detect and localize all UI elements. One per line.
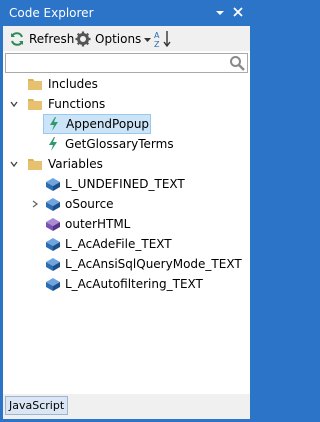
variable-icon [45, 236, 61, 252]
tree-item-l-acansisqlquerymode-text[interactable]: L_AcAnsiSqlQueryMode_TEXT [45, 254, 242, 274]
search-icon[interactable] [229, 55, 245, 71]
tree-folder-includes[interactable]: Includes [27, 74, 98, 94]
variable-icon [45, 176, 61, 192]
sort-az-icon: A Z [154, 31, 171, 49]
svg-text:Z: Z [154, 40, 160, 49]
chevron-down-icon [144, 37, 152, 42]
folder-icon [27, 76, 43, 92]
tree-item-l-undefined-text[interactable]: L_UNDEFINED_TEXT [45, 174, 185, 194]
tree-item-label: L_AcAnsiSqlQueryMode_TEXT [65, 257, 242, 271]
tree-item-l-acautofiltering-text[interactable]: L_AcAutofiltering_TEXT [45, 274, 203, 294]
tree-item-outerhtml[interactable]: outerHTML [45, 214, 130, 234]
toolbar: Refresh Options A Z [3, 26, 250, 51]
language-tab[interactable]: JavaScript [5, 396, 69, 415]
title-bar: Code Explorer [0, 0, 253, 26]
function-icon [45, 136, 61, 152]
refresh-label: Refresh [29, 32, 75, 46]
svg-text:A: A [154, 31, 160, 40]
sort-button[interactable]: A Z [153, 29, 173, 49]
tree-item-label: L_AcAdeFile_TEXT [65, 237, 172, 251]
gear-icon [75, 31, 91, 47]
tree-folder-label: Variables [48, 157, 103, 171]
dropdown-arrow-icon[interactable] [213, 6, 227, 20]
tree-item-label: GetGlossaryTerms [65, 137, 174, 151]
search-input[interactable] [5, 53, 248, 73]
variable-icon [45, 276, 61, 292]
tree-folder-label: Functions [48, 97, 106, 111]
close-icon[interactable] [231, 5, 245, 19]
property-icon [45, 216, 61, 232]
collapse-arrow-icon[interactable] [9, 99, 19, 109]
tree-folder-functions[interactable]: Functions [27, 94, 105, 114]
refresh-button[interactable]: Refresh [9, 29, 74, 49]
refresh-icon [11, 32, 23, 46]
tree-folder-label: Includes [48, 77, 98, 91]
options-button[interactable]: Options [75, 29, 152, 49]
window-title: Code Explorer [9, 6, 94, 20]
tree-item-label: AppendPopup [66, 117, 150, 131]
tree-folder-variables[interactable]: Variables [27, 154, 103, 174]
tree-item-label: oSource [65, 197, 114, 211]
expand-arrow-icon[interactable] [30, 199, 40, 209]
collapse-arrow-icon[interactable] [9, 159, 19, 169]
tree-item-osource[interactable]: oSource [45, 194, 114, 214]
search-field[interactable] [9, 55, 231, 73]
tree-item-label: L_UNDEFINED_TEXT [65, 177, 185, 191]
tree-item-getglossaryterms[interactable]: GetGlossaryTerms [45, 134, 174, 154]
folder-icon [27, 96, 43, 112]
tree-item-label: L_AcAutofiltering_TEXT [65, 277, 203, 291]
tree-item-label: outerHTML [65, 217, 131, 231]
code-explorer-panel: Refresh Options A Z Includes Functions A… [3, 26, 250, 419]
folder-icon [27, 156, 43, 172]
tree-item-l-acadefile-text[interactable]: L_AcAdeFile_TEXT [45, 234, 172, 254]
variable-icon [45, 256, 61, 272]
tree-item-appendpopup[interactable]: AppendPopup [43, 114, 151, 134]
status-bar: JavaScript [3, 394, 250, 419]
function-icon [46, 116, 62, 132]
options-label: Options [95, 32, 142, 46]
variable-icon [45, 196, 61, 212]
